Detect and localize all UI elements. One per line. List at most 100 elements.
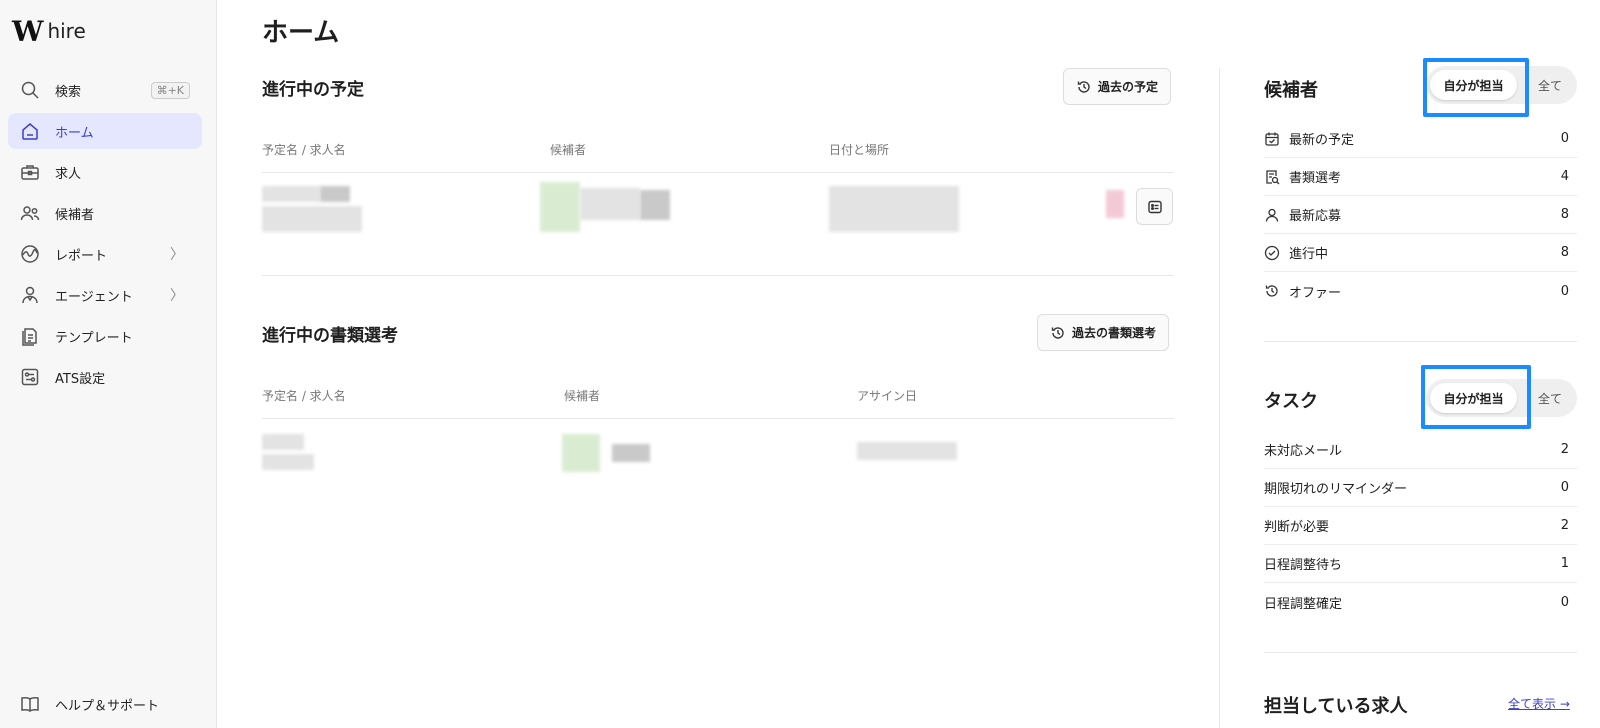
calendar-check-icon xyxy=(1264,131,1280,147)
check-circle-icon xyxy=(1264,245,1280,261)
candidate-stat-row[interactable]: オファー 0 xyxy=(1264,272,1577,310)
users-icon xyxy=(19,202,41,224)
redacted-text xyxy=(612,444,650,462)
history-icon xyxy=(1051,326,1064,339)
row-count: 1 xyxy=(1560,556,1569,571)
highlight-box xyxy=(1423,58,1529,117)
sidebar-item-label: 候補者 xyxy=(55,207,95,223)
past-screening-label: 過去の書類選考 xyxy=(1072,326,1157,340)
chart-icon xyxy=(19,243,41,265)
search-icon xyxy=(19,79,41,101)
history-icon xyxy=(1264,283,1280,299)
sidebar-item-label: テンプレート xyxy=(55,330,133,346)
row-label: 最新応募 xyxy=(1289,209,1342,224)
template-icon xyxy=(19,325,41,347)
task-row[interactable]: 日程調整待ち 1 xyxy=(1264,545,1577,583)
toggle-all-button[interactable]: 全て xyxy=(1528,70,1572,100)
sidebar-item-ats-settings[interactable]: ATS設定 xyxy=(8,359,202,395)
row-count: 0 xyxy=(1560,594,1569,610)
app-root: W hire 検索 ⌘+K ホーム 求人 候補者 レポート 〉 エージェント 〉… xyxy=(0,0,1600,728)
row-count: 8 xyxy=(1560,245,1569,260)
redacted-mark xyxy=(1106,190,1124,218)
divider xyxy=(262,172,1174,173)
list-card-icon xyxy=(1147,200,1162,213)
person-icon xyxy=(1264,207,1280,223)
sidebar-item-home[interactable]: ホーム xyxy=(8,113,202,149)
task-row[interactable]: 判断が必要 2 xyxy=(1264,507,1577,545)
column-header-schedule-name: 予定名 / 求人名 xyxy=(262,143,346,157)
past-schedule-button[interactable]: 過去の予定 xyxy=(1063,68,1172,105)
sidebar-item-reports[interactable]: レポート 〉 xyxy=(8,236,202,272)
sidebar-item-label: レポート xyxy=(55,248,108,264)
redacted-text xyxy=(262,434,304,450)
row-count: 0 xyxy=(1560,480,1569,495)
candidate-stat-row[interactable]: 進行中 8 xyxy=(1264,234,1577,272)
shortcut-badge: ⌘+K xyxy=(150,81,190,99)
task-row[interactable]: 未対応メール 2 xyxy=(1264,431,1577,469)
sidebar-item-search[interactable]: 検索 ⌘+K xyxy=(8,72,202,108)
row-count: 2 xyxy=(1560,518,1569,533)
row-label: 期限切れのリマインダー xyxy=(1264,482,1408,497)
candidate-stat-row[interactable]: 最新の予定 0 xyxy=(1264,120,1577,158)
page-title: ホーム xyxy=(262,18,340,48)
redacted-avatar xyxy=(562,434,600,472)
column-header-date-place: 日付と場所 xyxy=(829,143,890,157)
redacted-text xyxy=(580,188,640,220)
details-button[interactable] xyxy=(1136,188,1173,225)
row-label: 日程調整確定 xyxy=(1264,596,1343,612)
sidebar-item-help[interactable]: ヘルプ＆サポート xyxy=(8,686,202,722)
redacted-avatar xyxy=(540,182,580,232)
settings-icon xyxy=(19,366,41,388)
sidebar-item-agents[interactable]: エージェント 〉 xyxy=(8,277,202,313)
sidebar-item-label: 求人 xyxy=(55,166,82,182)
sidebar-item-candidates[interactable]: 候補者 xyxy=(8,195,202,231)
logo[interactable]: W hire xyxy=(12,15,86,48)
logo-text: hire xyxy=(47,19,86,43)
schedule-section-title: 進行中の予定 xyxy=(262,80,364,100)
history-icon xyxy=(1077,80,1090,93)
home-icon xyxy=(19,120,41,142)
row-label: 判断が必要 xyxy=(1264,520,1330,535)
redacted-text xyxy=(262,206,362,232)
redacted-text xyxy=(829,186,959,232)
column-header-schedule-name: 予定名 / 求人名 xyxy=(262,389,346,403)
vertical-divider xyxy=(1219,68,1220,728)
chevron-right-icon: 〉 xyxy=(170,247,184,263)
chevron-right-icon: 〉 xyxy=(170,288,184,304)
my-jobs-panel-title: 担当している求人 xyxy=(1264,696,1408,717)
screening-section-title: 進行中の書類選考 xyxy=(262,326,398,346)
sidebar-item-jobs[interactable]: 求人 xyxy=(8,154,202,190)
divider xyxy=(262,418,1174,419)
sidebar-item-label: エージェント xyxy=(55,289,133,305)
redacted-text xyxy=(262,454,314,470)
divider xyxy=(262,275,1174,276)
sidebar-item-templates[interactable]: テンプレート xyxy=(8,318,202,354)
book-icon xyxy=(19,693,41,715)
sidebar-item-label: ヘルプ＆サポート xyxy=(55,698,160,714)
row-label: オファー xyxy=(1289,285,1342,301)
column-header-candidate: 候補者 xyxy=(564,389,601,403)
past-screening-button[interactable]: 過去の書類選考 xyxy=(1037,314,1170,351)
sidebar-item-label: 検索 xyxy=(55,84,82,100)
sidebar-item-label: ホーム xyxy=(55,125,94,141)
agent-icon xyxy=(19,284,41,306)
redacted-text xyxy=(262,186,320,202)
column-header-candidate: 候補者 xyxy=(550,143,587,157)
row-count: 0 xyxy=(1560,131,1569,146)
column-header-assign-date: アサイン日 xyxy=(857,389,918,403)
task-row[interactable]: 日程調整確定 0 xyxy=(1264,583,1577,621)
candidate-stat-row[interactable]: 最新応募 8 xyxy=(1264,196,1577,234)
sidebar: W hire 検索 ⌘+K ホーム 求人 候補者 レポート 〉 エージェント 〉… xyxy=(0,0,217,728)
show-all-jobs-link[interactable]: 全て表示 → xyxy=(1508,695,1570,712)
task-row[interactable]: 期限切れのリマインダー 0 xyxy=(1264,469,1577,507)
row-count: 0 xyxy=(1560,283,1569,299)
row-count: 8 xyxy=(1560,207,1569,222)
candidates-panel-title: 候補者 xyxy=(1264,80,1318,101)
highlight-box xyxy=(1421,365,1531,429)
redacted-text xyxy=(640,190,670,220)
row-label: 未対応メール xyxy=(1264,444,1343,459)
toggle-all-button[interactable]: 全て xyxy=(1528,383,1572,413)
divider xyxy=(1264,341,1577,342)
divider xyxy=(1264,652,1577,653)
candidate-stat-row[interactable]: 書類選考 4 xyxy=(1264,158,1577,196)
